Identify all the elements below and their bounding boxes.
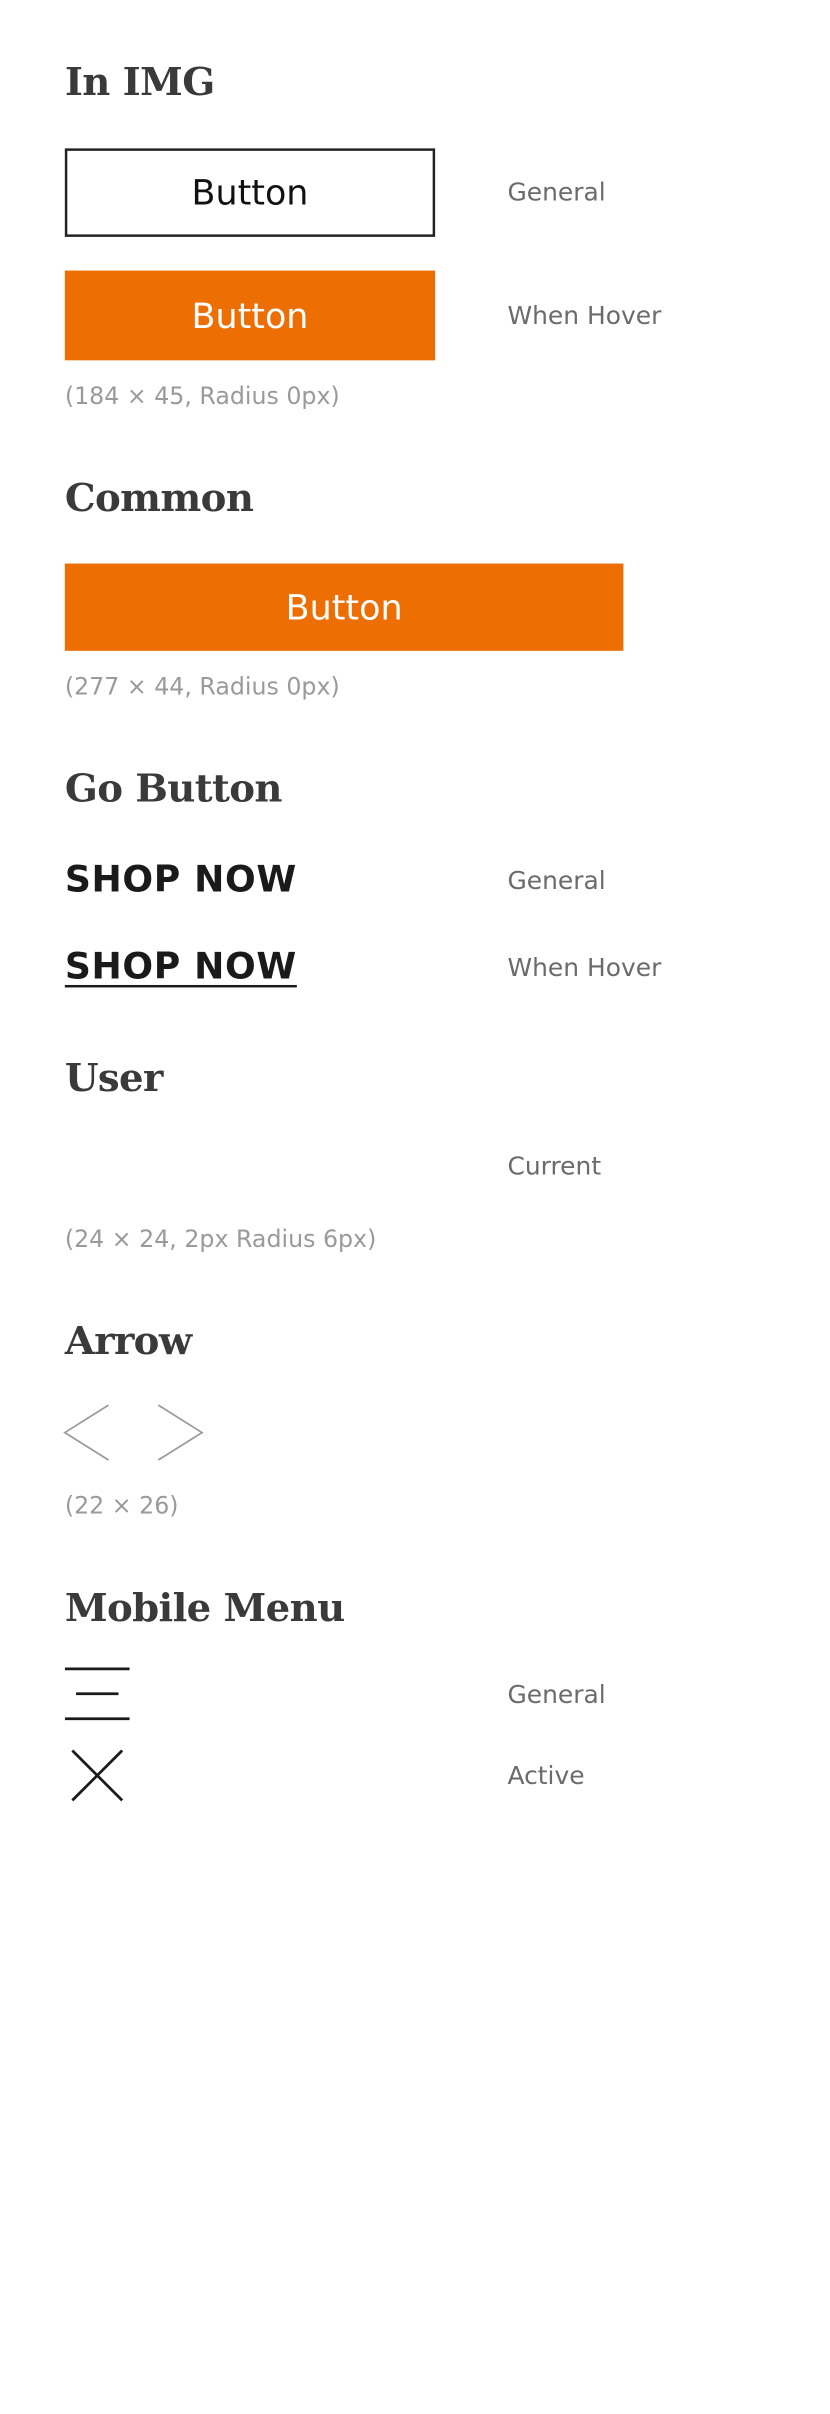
chevron-left-icon[interactable]: [62, 1404, 112, 1461]
in-img-general-button[interactable]: Button: [64, 148, 436, 237]
in-img-size-note: (184 × 45, Radius 0px): [64, 382, 340, 411]
go-button-general-label: General: [507, 865, 606, 896]
mobile-menu-active-label: Active: [507, 1760, 585, 1791]
common-button[interactable]: Button: [64, 563, 624, 651]
arrow-size-note: (22 × 26): [64, 1492, 179, 1520]
shop-now-link-general[interactable]: SHOP NOW: [65, 858, 297, 900]
section-title-common: Common: [64, 476, 254, 522]
section-title-in-img: In IMG: [64, 59, 215, 105]
section-title-mobile-menu: Mobile Menu: [64, 1585, 345, 1631]
in-img-hover-button[interactable]: Button: [64, 270, 436, 361]
shop-now-link-hover[interactable]: SHOP NOW: [65, 945, 297, 987]
hamburger-menu-icon[interactable]: [64, 1667, 130, 1722]
in-img-hover-label: When Hover: [507, 300, 662, 331]
style-guide-page: In IMG Button General Button When Hover …: [0, 0, 830, 2414]
section-title-user: User: [64, 1056, 164, 1101]
mobile-menu-general-label: General: [507, 1679, 606, 1710]
section-title-arrow: Arrow: [64, 1319, 192, 1364]
common-size-note: (277 × 44, Radius 0px): [64, 673, 340, 701]
user-size-note: (24 × 24, 2px Radius 6px): [64, 1225, 377, 1254]
go-button-hover-label: When Hover: [507, 952, 662, 983]
close-icon[interactable]: [71, 1749, 124, 1802]
user-current-label: Current: [507, 1150, 602, 1181]
chevron-right-icon[interactable]: [155, 1404, 205, 1461]
section-title-go-button: Go Button: [64, 766, 283, 812]
in-img-general-label: General: [507, 177, 606, 207]
